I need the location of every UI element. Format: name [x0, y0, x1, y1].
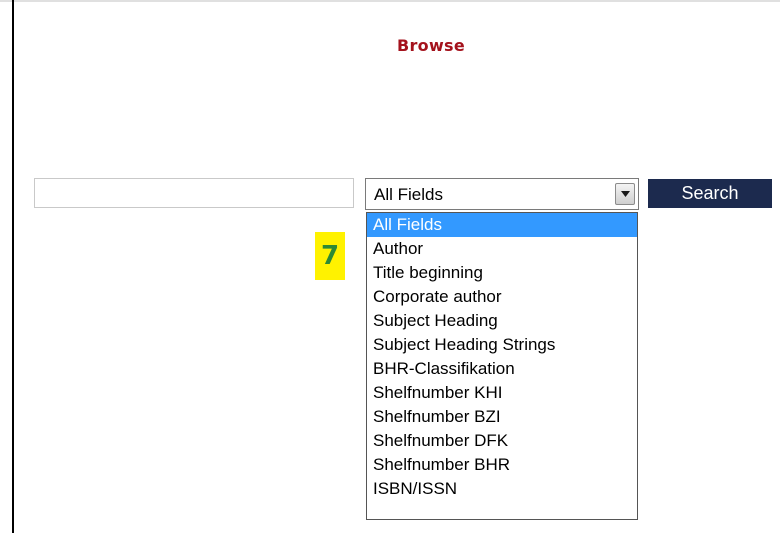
dropdown-option[interactable]: Corporate author	[367, 285, 637, 309]
search-field-select[interactable]: All Fields	[365, 178, 639, 210]
dropdown-option[interactable]: BHR-Classifikation	[367, 357, 637, 381]
dropdown-option[interactable]: Title beginning	[367, 261, 637, 285]
dropdown-option[interactable]: Subject Heading	[367, 309, 637, 333]
dropdown-option[interactable]: Shelfnumber DFK	[367, 429, 637, 453]
dropdown-option[interactable]: Shelfnumber BHR	[367, 453, 637, 477]
top-divider	[0, 0, 780, 2]
dropdown-option[interactable]: Shelfnumber KHI	[367, 381, 637, 405]
page-title: Browse	[397, 36, 466, 55]
step-number-badge: 7	[315, 232, 345, 280]
search-button[interactable]: Search	[648, 179, 772, 208]
page: Browse All Fields Search 7 All Fields Aut…	[0, 0, 780, 533]
select-selected-value: All Fields	[374, 185, 443, 204]
dropdown-option[interactable]: Shelfnumber BZI	[367, 405, 637, 429]
left-divider	[12, 0, 14, 533]
chevron-down-icon[interactable]	[615, 183, 635, 205]
dropdown-option[interactable]: Subject Heading Strings	[367, 333, 637, 357]
dropdown-option[interactable]: All Fields	[367, 213, 637, 237]
dropdown-option[interactable]: Author	[367, 237, 637, 261]
search-input[interactable]	[34, 178, 354, 208]
search-field-dropdown: All Fields Author Title beginning Corporate…	[366, 212, 638, 520]
dropdown-option[interactable]: ISBN/ISSN	[367, 477, 637, 501]
